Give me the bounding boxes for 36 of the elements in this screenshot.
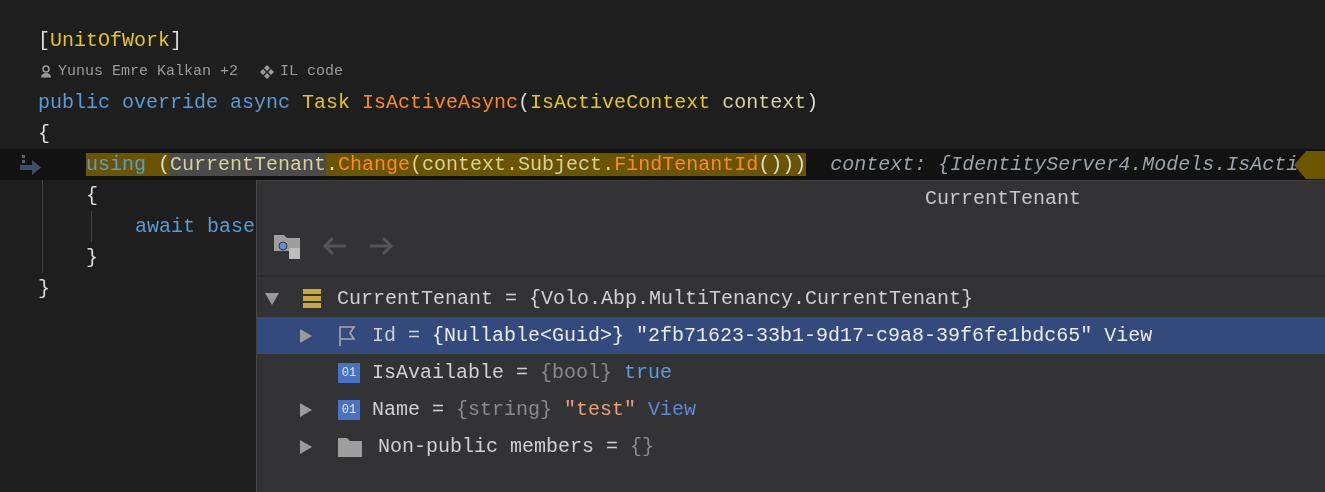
tree-row[interactable]: 01 IsAvailable = {bool} true	[257, 354, 1325, 391]
inline-value-hint: context: {IdentityServer4.Models.IsActi	[830, 152, 1299, 178]
expander-icon[interactable]	[300, 439, 312, 454]
tree-row[interactable]: Id = {Nullable<Guid>} "2fb71623-33b1-9d17-c9a8-39f6fe1bdc65" View	[257, 317, 1325, 354]
variable-entry: Non-public members = {}	[378, 435, 655, 458]
variable-entry: Id = {Nullable<Guid>} "2fb71623-33b1-9d17-c9a8-39f6fe1bdc65"	[372, 324, 1093, 347]
expander-icon[interactable]	[265, 292, 279, 305]
view-link[interactable]: View	[1104, 324, 1153, 347]
code-line: await base	[135, 214, 256, 240]
tree-row[interactable]: CurrentTenant = {Volo.Abp.MultiTenancy.CurrentTenant}	[257, 280, 1325, 317]
popup-title: CurrentTenant	[924, 186, 1082, 212]
folder-icon[interactable]	[274, 233, 302, 259]
person-icon	[40, 65, 52, 78]
code-lens-link[interactable]: Yunus Emre Kalkan +2	[58, 56, 239, 87]
view-link[interactable]: View	[648, 398, 697, 421]
tree-row[interactable]: Non-public members = {}	[257, 428, 1325, 465]
diamonds-icon	[260, 64, 275, 79]
variable-entry: CurrentTenant = {Volo.Abp.MultiTenancy.CurrentTenant}	[337, 287, 974, 310]
code-line: }	[86, 245, 98, 271]
field-icon: 01	[338, 362, 360, 383]
code-line: [UnitOfWork]	[38, 28, 183, 54]
code-line: {	[86, 183, 98, 209]
tree-row[interactable]: 01 Name = {string} "test" View	[257, 391, 1325, 428]
folder-icon	[338, 436, 362, 457]
code-line: public override async Task IsActiveAsync(IsActiveContext context)	[38, 90, 819, 116]
variable-entry: IsAvailable = {bool} true	[372, 361, 673, 384]
flag-icon	[338, 325, 356, 346]
code-line: {	[38, 121, 50, 147]
code-line: using (CurrentTenant.Change(context.Subject.FindTenantId()))	[86, 152, 807, 178]
field-icon: 01	[338, 399, 360, 420]
variable-entry: Name = {string} "test"	[372, 398, 637, 421]
code-line: }	[38, 276, 50, 302]
expander-icon[interactable]	[300, 402, 312, 417]
code-lens-link[interactable]: IL code	[280, 56, 344, 87]
stack-icon	[303, 288, 321, 309]
expander-icon[interactable]	[300, 328, 312, 343]
